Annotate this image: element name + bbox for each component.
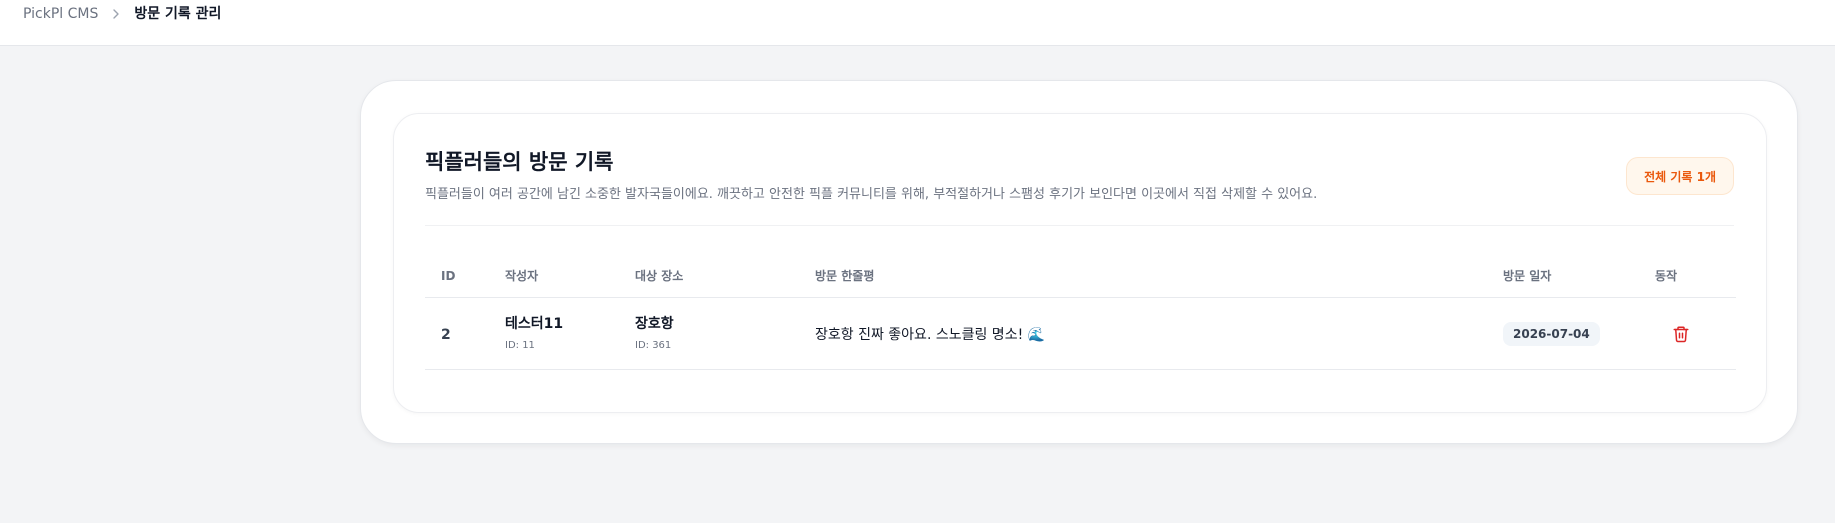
table-header-row: ID 작성자 대상 장소 방문 한줄평 방문 일자 동작 (425, 254, 1736, 298)
breadcrumb: PickPl CMS 방문 기록 관리 (23, 5, 221, 23)
row-place: 장호항 ID: 361 (635, 315, 815, 353)
breadcrumb-root-link[interactable]: PickPl CMS (23, 5, 98, 23)
review-text: 장호항 진짜 좋아요. 스노클링 명소! 🌊 (815, 326, 1046, 343)
place-name: 장호항 (635, 315, 674, 332)
trash-icon (1672, 325, 1690, 343)
page-title: 픽플러들의 방문 기록 (425, 150, 614, 174)
table-row: 2 테스터11 ID: 11 장호항 ID: 361 장호항 진짜 좋아요. 스… (425, 298, 1736, 370)
total-count-badge: 전체 기록 1개 (1626, 157, 1734, 195)
column-header-author: 작성자 (505, 269, 539, 283)
column-header-action: 동작 (1655, 269, 1678, 283)
row-author: 테스터11 ID: 11 (505, 315, 635, 353)
column-header-date: 방문 일자 (1503, 269, 1552, 283)
delete-record-button[interactable] (1667, 320, 1695, 348)
page-description: 픽플러들이 여러 공간에 남긴 소중한 발자국들이에요. 깨끗하고 안전한 픽플… (425, 187, 1318, 202)
author-name: 테스터11 (505, 315, 564, 332)
column-header-review: 방문 한줄평 (815, 269, 875, 283)
row-id: 2 (441, 327, 451, 343)
visit-date-badge: 2026-07-04 (1503, 321, 1600, 346)
column-header-id: ID (441, 268, 456, 283)
visit-records-table: ID 작성자 대상 장소 방문 한줄평 방문 일자 동작 2 테스터11 ID:… (425, 254, 1736, 370)
top-bar: PickPl CMS 방문 기록 관리 (0, 0, 1835, 46)
author-id: ID: 11 (505, 339, 535, 351)
column-header-place: 대상 장소 (635, 269, 684, 283)
content-card: 픽플러들의 방문 기록 픽플러들이 여러 공간에 남긴 소중한 발자국들이에요.… (360, 80, 1798, 444)
breadcrumb-current: 방문 기록 관리 (134, 6, 222, 22)
visit-records-panel: 픽플러들의 방문 기록 픽플러들이 여러 공간에 남긴 소중한 발자국들이에요.… (393, 113, 1767, 413)
chevron-right-icon (110, 8, 122, 20)
place-id: ID: 361 (635, 339, 672, 351)
header-divider (425, 225, 1734, 226)
